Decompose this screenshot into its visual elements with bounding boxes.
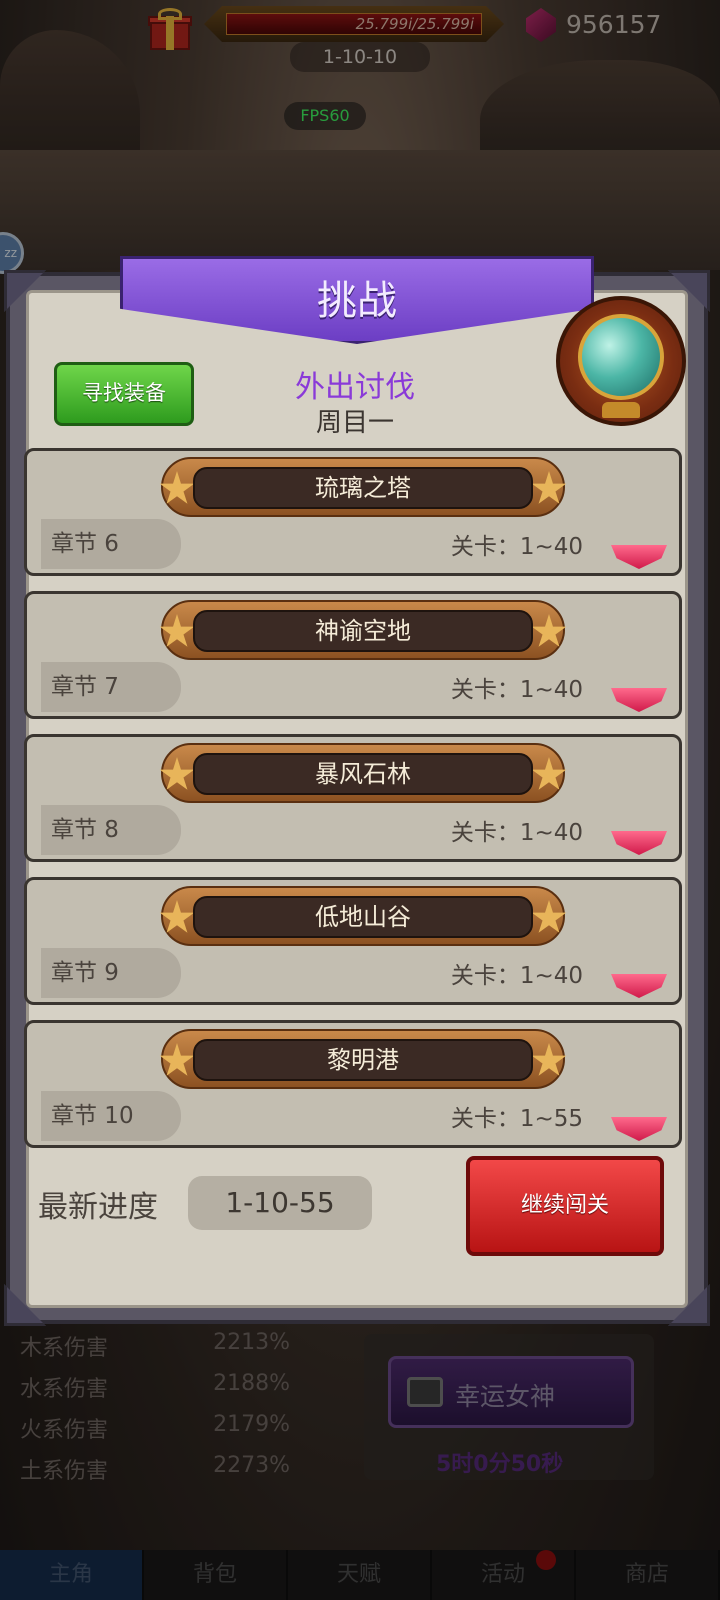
- chapter-name-plate: 低地山谷: [159, 886, 567, 946]
- star-icon: [531, 471, 567, 504]
- chapter-card[interactable]: 黎明港 章节 10 关卡：1~55: [24, 1020, 682, 1148]
- chapter-name-plate: 神谕空地: [159, 600, 567, 660]
- expedition-title: 外出讨伐: [295, 370, 415, 405]
- chapter-card[interactable]: 低地山谷 章节 9 关卡：1~40: [24, 877, 682, 1005]
- expand-arrow-icon[interactable]: [611, 688, 667, 712]
- star-icon: [159, 900, 195, 933]
- latest-progress-label: 最新进度: [38, 1190, 158, 1225]
- chapter-levels: 关卡：1~55: [450, 1106, 583, 1132]
- chapter-number: 章节 6: [41, 519, 181, 569]
- chapter-name: 神谕空地: [315, 617, 411, 645]
- globe-icon[interactable]: [556, 296, 686, 430]
- chapter-name: 琉璃之塔: [315, 474, 411, 502]
- chapter-name: 低地山谷: [315, 903, 411, 931]
- globe-stand: [602, 402, 640, 418]
- star-icon: [159, 614, 195, 647]
- chapter-levels: 关卡：1~40: [450, 677, 583, 703]
- chapter-number: 章节 9: [41, 948, 181, 998]
- globe-sphere: [578, 314, 664, 400]
- star-icon: [531, 757, 567, 790]
- panel-title: 挑战: [317, 278, 397, 324]
- find-equipment-button[interactable]: 寻找装备: [54, 362, 194, 426]
- expand-arrow-icon[interactable]: [611, 974, 667, 998]
- star-icon: [531, 900, 567, 933]
- chapter-name: 暴风石林: [315, 760, 411, 788]
- chapter-number: 章节 7: [41, 662, 181, 712]
- chapter-name: 黎明港: [327, 1046, 399, 1074]
- expand-arrow-icon[interactable]: [611, 545, 667, 569]
- star-icon: [531, 614, 567, 647]
- expand-arrow-icon[interactable]: [611, 831, 667, 855]
- chapter-number: 章节 10: [41, 1091, 181, 1141]
- chapter-card[interactable]: 暴风石林 章节 8 关卡：1~40: [24, 734, 682, 862]
- latest-progress-value: 1-10-55: [188, 1176, 372, 1230]
- chapter-name-plate: 暴风石林: [159, 743, 567, 803]
- star-icon: [531, 1043, 567, 1076]
- star-icon: [159, 757, 195, 790]
- continue-button[interactable]: 继续闯关: [466, 1156, 664, 1256]
- chapter-number: 章节 8: [41, 805, 181, 855]
- chapter-levels: 关卡：1~40: [450, 534, 583, 560]
- chapter-card[interactable]: 神谕空地 章节 7 关卡：1~40: [24, 591, 682, 719]
- chapter-levels: 关卡：1~40: [450, 820, 583, 846]
- chapter-levels: 关卡：1~40: [450, 963, 583, 989]
- chapter-card[interactable]: 琉璃之塔 章节 6 关卡：1~40: [24, 448, 682, 576]
- star-icon: [159, 1043, 195, 1076]
- expand-arrow-icon[interactable]: [611, 1117, 667, 1141]
- round-label: 周目一: [315, 408, 394, 438]
- star-icon: [159, 471, 195, 504]
- chapter-name-plate: 黎明港: [159, 1029, 567, 1089]
- chapter-name-plate: 琉璃之塔: [159, 457, 567, 517]
